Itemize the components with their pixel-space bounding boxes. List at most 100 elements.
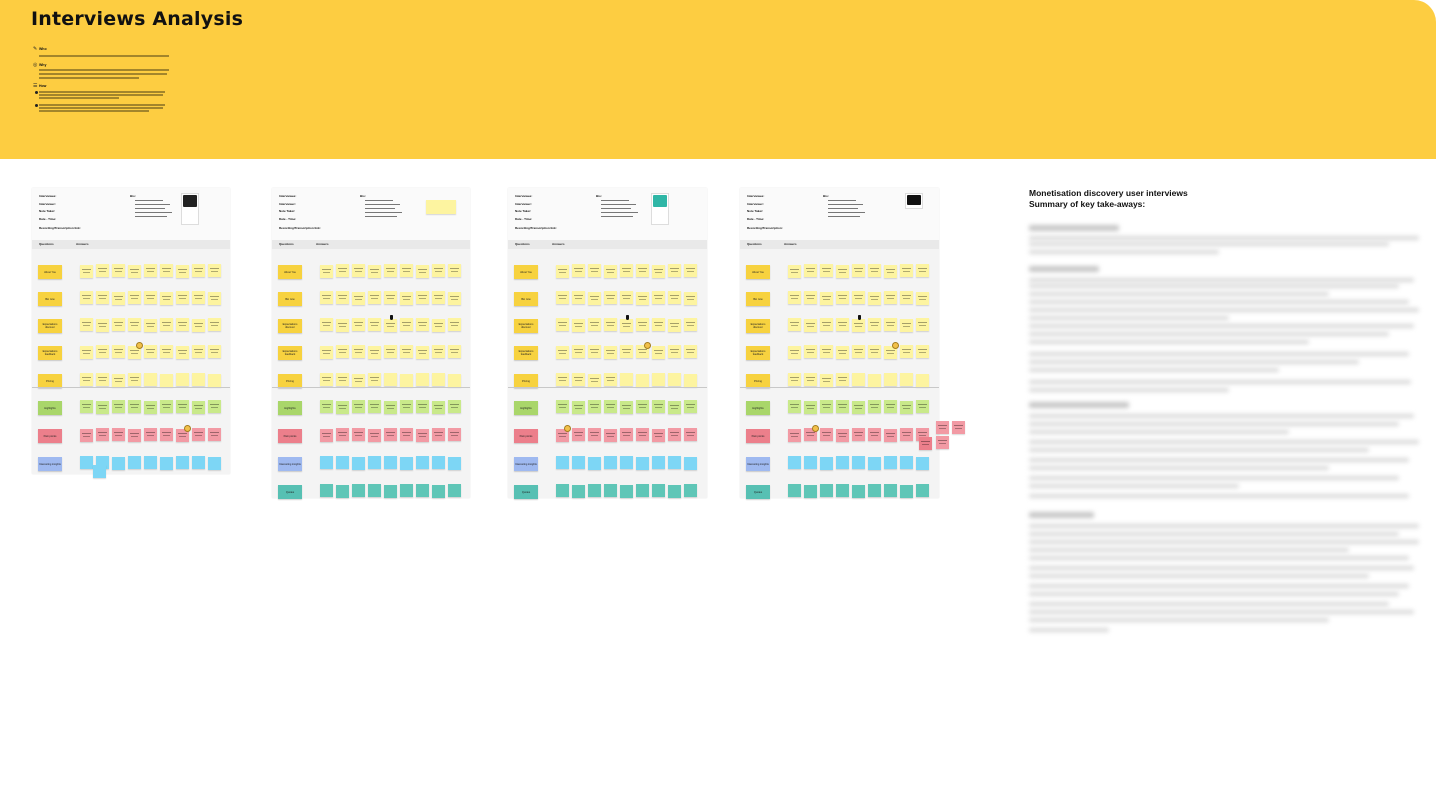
answer-sticky[interactable] (652, 484, 665, 497)
answer-sticky[interactable] (400, 400, 413, 413)
answer-sticky[interactable] (916, 345, 929, 358)
answer-sticky[interactable] (588, 484, 601, 497)
answer-sticky[interactable] (636, 400, 649, 413)
answer-sticky[interactable] (160, 428, 173, 441)
answer-sticky[interactable] (804, 291, 817, 304)
answer-sticky[interactable] (416, 346, 429, 359)
answer-sticky[interactable] (352, 264, 365, 277)
answer-sticky[interactable] (144, 456, 157, 469)
answer-sticky[interactable] (384, 264, 397, 277)
answer-sticky[interactable] (96, 373, 109, 386)
answer-sticky[interactable] (684, 292, 697, 305)
answer-sticky[interactable] (556, 456, 569, 469)
answer-sticky[interactable] (368, 346, 381, 359)
answer-sticky[interactable] (868, 345, 881, 358)
answer-sticky[interactable] (900, 456, 913, 469)
answer-sticky[interactable] (556, 346, 569, 359)
answer-sticky[interactable] (900, 319, 913, 332)
answer-sticky[interactable] (788, 484, 801, 497)
answer-sticky[interactable] (636, 428, 649, 441)
answer-sticky[interactable] (368, 265, 381, 278)
answer-sticky[interactable] (416, 484, 429, 497)
answer-sticky[interactable] (572, 401, 585, 414)
answer-sticky[interactable] (128, 318, 141, 331)
answer-sticky[interactable] (352, 428, 365, 441)
answer-sticky[interactable] (820, 264, 833, 277)
answer-sticky[interactable] (112, 374, 125, 387)
answer-sticky[interactable] (432, 485, 445, 498)
answer-sticky[interactable] (936, 421, 949, 434)
answer-sticky[interactable] (804, 373, 817, 386)
answer-sticky[interactable] (208, 292, 221, 305)
answer-sticky[interactable] (368, 291, 381, 304)
answer-sticky[interactable] (192, 345, 205, 358)
answer-sticky[interactable] (900, 291, 913, 304)
answer-sticky[interactable] (620, 345, 633, 358)
answer-sticky[interactable] (208, 428, 221, 441)
answer-sticky[interactable] (400, 374, 413, 387)
answer-sticky[interactable] (400, 345, 413, 358)
answer-sticky[interactable] (604, 318, 617, 331)
answer-sticky[interactable] (820, 400, 833, 413)
question-sticky[interactable]: Expectations discover (38, 319, 62, 333)
answer-sticky[interactable] (868, 428, 881, 441)
answer-sticky[interactable] (384, 401, 397, 414)
answer-sticky[interactable] (604, 291, 617, 304)
answer-sticky[interactable] (368, 318, 381, 331)
answer-sticky[interactable] (588, 428, 601, 441)
answer-sticky[interactable] (884, 291, 897, 304)
answer-sticky[interactable] (112, 400, 125, 413)
question-sticky[interactable]: Expectations discover (514, 319, 538, 333)
question-sticky[interactable]: Quotes (278, 485, 302, 499)
answer-sticky[interactable] (368, 429, 381, 442)
question-sticky[interactable]: Highlights (746, 401, 770, 415)
answer-sticky[interactable] (336, 373, 349, 386)
answer-sticky[interactable] (432, 291, 445, 304)
answer-sticky[interactable] (604, 373, 617, 386)
answer-sticky[interactable] (788, 429, 801, 442)
answer-sticky[interactable] (668, 428, 681, 441)
answer-sticky[interactable] (336, 456, 349, 469)
answer-sticky[interactable] (572, 319, 585, 332)
answer-sticky[interactable] (384, 456, 397, 469)
answer-sticky[interactable] (352, 318, 365, 331)
answer-sticky[interactable] (836, 318, 849, 331)
answer-sticky[interactable] (352, 374, 365, 387)
answer-sticky[interactable] (652, 429, 665, 442)
answer-sticky[interactable] (93, 465, 106, 478)
answer-sticky[interactable] (416, 400, 429, 413)
answer-sticky[interactable] (604, 429, 617, 442)
answer-sticky[interactable] (320, 291, 333, 304)
answer-sticky[interactable] (636, 484, 649, 497)
question-sticky[interactable]: Interesting insights (514, 457, 538, 471)
answer-sticky[interactable] (820, 484, 833, 497)
answer-sticky[interactable] (572, 291, 585, 304)
answer-sticky[interactable] (432, 345, 445, 358)
answer-sticky[interactable] (400, 457, 413, 470)
answer-sticky[interactable] (836, 456, 849, 469)
answer-sticky[interactable] (448, 345, 461, 358)
answer-sticky[interactable] (368, 373, 381, 386)
answer-sticky[interactable] (836, 400, 849, 413)
answer-sticky[interactable] (112, 264, 125, 277)
answer-sticky[interactable] (900, 485, 913, 498)
answer-sticky[interactable] (96, 345, 109, 358)
answer-sticky[interactable] (572, 428, 585, 441)
answer-sticky[interactable] (320, 373, 333, 386)
answer-sticky[interactable] (636, 292, 649, 305)
answer-sticky[interactable] (176, 346, 189, 359)
answer-sticky[interactable] (652, 456, 665, 469)
answer-sticky[interactable] (80, 346, 93, 359)
answer-sticky[interactable] (448, 457, 461, 470)
answer-sticky[interactable] (160, 264, 173, 277)
answer-sticky[interactable] (852, 373, 865, 386)
answer-sticky[interactable] (804, 485, 817, 498)
answer-sticky[interactable] (804, 264, 817, 277)
answer-sticky[interactable] (400, 484, 413, 497)
answer-sticky[interactable] (604, 456, 617, 469)
answer-sticky[interactable] (572, 373, 585, 386)
answer-sticky[interactable] (620, 401, 633, 414)
answer-sticky[interactable] (620, 264, 633, 277)
answer-sticky[interactable] (352, 292, 365, 305)
answer-sticky[interactable] (96, 291, 109, 304)
